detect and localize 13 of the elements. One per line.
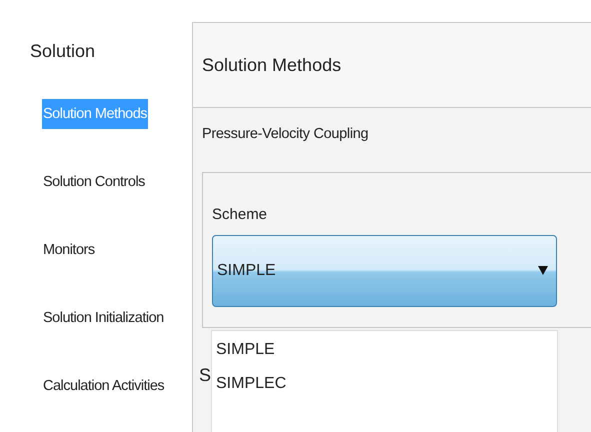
caret-icon: [538, 266, 548, 275]
tree-item[interactable]: Solution Initialization: [42, 303, 165, 333]
dropdown-option[interactable]: SIMPLEC: [216, 373, 286, 395]
tree-item[interactable]: Solution Controls: [42, 167, 146, 197]
section-label: Pressure-Velocity Coupling: [202, 125, 368, 144]
scheme-dropdown[interactable]: SIMPLE: [212, 234, 557, 306]
panel-title: Solution Methods: [202, 54, 342, 76]
scheme-label: Scheme: [212, 205, 268, 225]
dropdown-option[interactable]: SIMPLE: [216, 339, 275, 361]
tree-item[interactable]: Monitors: [42, 235, 96, 265]
tree-item[interactable]: Calculation Activities: [42, 371, 166, 401]
label-text: S: [199, 364, 212, 387]
tree-title: Solution: [30, 40, 96, 63]
